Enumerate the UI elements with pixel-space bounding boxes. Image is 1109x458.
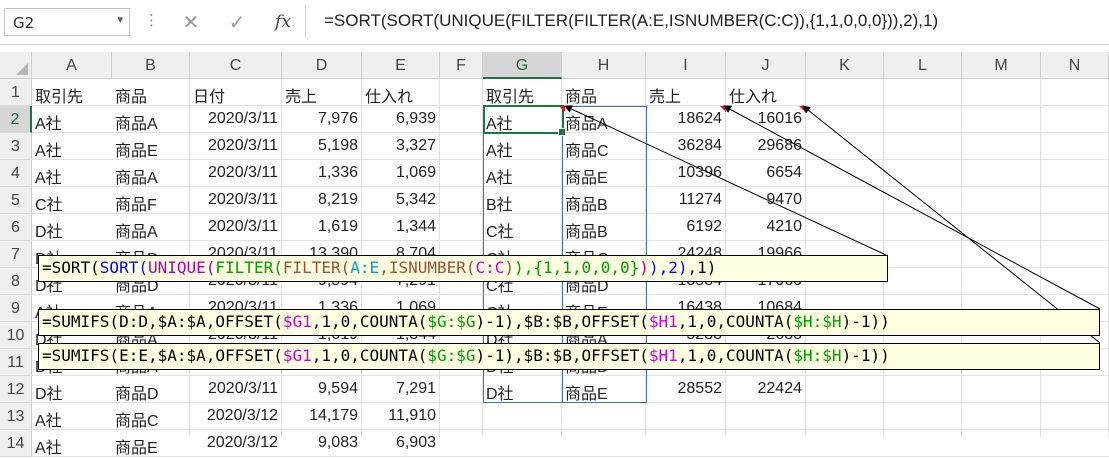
formula-token: ) bbox=[504, 258, 515, 277]
formula-overlay-sumifs-sales: =SUMIFS(D:D,$A:$A,OFFSET($G1,1,0,COUNTA(… bbox=[38, 309, 1100, 336]
formula-token: $G1 bbox=[282, 346, 312, 365]
data-cell[interactable]: A社 bbox=[35, 434, 62, 458]
formula-token: ,1,0,COUNTA( bbox=[311, 312, 428, 331]
formula-token: ,ISNUMBER( bbox=[379, 258, 476, 277]
data-cell[interactable]: 商品E bbox=[115, 434, 158, 458]
formula-overlay-sumifs-purchase: =SUMIFS(E:E,$A:$A,OFFSET($G1,1,0,COUNTA(… bbox=[38, 343, 1100, 370]
formula-token: UNIQUE( bbox=[147, 258, 216, 277]
formula-token: $H1 bbox=[648, 312, 678, 331]
formula-token: $H:$H bbox=[793, 312, 842, 331]
formula-token: $G1 bbox=[282, 312, 312, 331]
formula-token: FILTER( bbox=[215, 258, 283, 277]
arrow-formula3-to-j2 bbox=[802, 105, 1101, 344]
formula-token: )-1)) bbox=[841, 312, 890, 331]
formula-token: ,1,0,COUNTA( bbox=[311, 346, 428, 365]
formula-token: $G:$G bbox=[427, 346, 476, 365]
formula-token: $H:$H bbox=[793, 346, 842, 365]
formula-token: )-1)) bbox=[841, 346, 890, 365]
formula-token: $G:$G bbox=[427, 312, 476, 331]
formula-token: ),{1,1,0,0,0} bbox=[514, 258, 640, 277]
formula-token: ),2) bbox=[648, 258, 688, 277]
formula-token: ) bbox=[639, 258, 649, 277]
reference-arrows bbox=[564, 105, 1101, 344]
row-gridline bbox=[32, 456, 1109, 457]
arrow-formula1-to-g2 bbox=[564, 105, 887, 256]
formula-token: $H1 bbox=[648, 346, 678, 365]
formula-token: ,1) bbox=[687, 258, 717, 277]
formula-token: FILTER( bbox=[282, 258, 351, 277]
formula-token: A:E bbox=[350, 258, 380, 277]
formula-token: )-1),$B:$B,OFFSET( bbox=[475, 312, 649, 331]
formula-token: C:C bbox=[475, 258, 505, 277]
formula-token: =SUMIFS(E:E,$A:$A,OFFSET( bbox=[42, 346, 283, 365]
formula-token: =SORT( bbox=[42, 258, 100, 277]
formula-token: =SUMIFS(D:D,$A:$A,OFFSET( bbox=[42, 312, 283, 331]
formula-token: ,1,0,COUNTA( bbox=[677, 346, 794, 365]
formula-token: ,1,0,COUNTA( bbox=[677, 312, 794, 331]
formula-token: )-1),$B:$B,OFFSET( bbox=[475, 346, 649, 365]
formula-token: SORT( bbox=[99, 258, 148, 277]
formula-overlay-sort: =SORT(SORT(UNIQUE(FILTER(FILTER(A:E,ISNU… bbox=[38, 255, 888, 282]
